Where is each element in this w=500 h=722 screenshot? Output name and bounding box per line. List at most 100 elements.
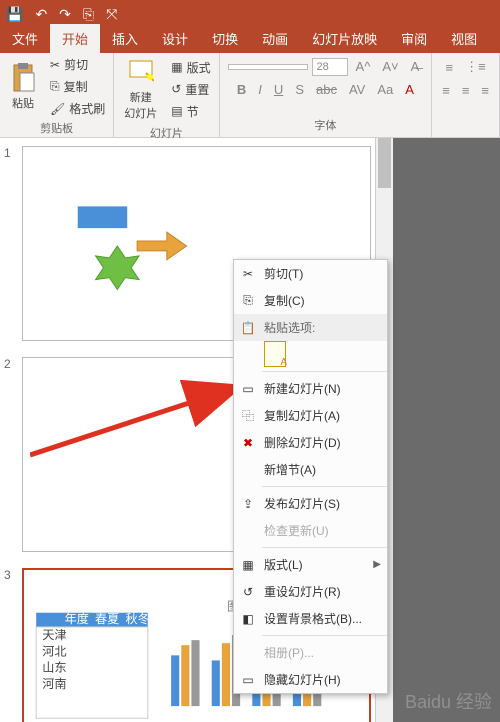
slide-number: 1	[4, 146, 16, 341]
separator	[262, 371, 387, 372]
new-slide-label: 新建 幻灯片	[124, 89, 157, 121]
font-name-combo[interactable]	[228, 64, 308, 70]
svg-text:天津: 天津	[42, 628, 66, 642]
ctx-paste-header: 📋粘贴选项:	[234, 314, 387, 341]
tab-home[interactable]: 开始	[50, 24, 100, 53]
align-left-icon[interactable]: ≡	[438, 81, 454, 100]
ctx-duplicate-slide[interactable]: ⿻复制幻灯片(A)	[234, 402, 387, 429]
layout-icon: ▦	[171, 60, 182, 74]
svg-text:河北: 河北	[42, 644, 66, 658]
decrease-font-icon[interactable]: A˅	[378, 57, 402, 76]
save-icon[interactable]: 💾	[6, 6, 23, 23]
ctx-background-format[interactable]: ◧设置背景格式(B)...	[234, 605, 387, 632]
shadow-button[interactable]: S	[291, 80, 308, 99]
copy-icon: ⎘	[240, 293, 256, 309]
reset-button[interactable]: ↺重置	[167, 80, 214, 99]
paste-button[interactable]: 粘贴	[4, 61, 42, 113]
increase-font-icon[interactable]: A^	[352, 57, 375, 76]
font-size-combo[interactable]: 28	[312, 58, 348, 76]
paste-label: 粘贴	[12, 95, 34, 111]
reset-icon: ↺	[171, 82, 181, 96]
scissors-icon: ✂	[50, 58, 60, 72]
tab-animations[interactable]: 动画	[250, 24, 300, 53]
layout-button[interactable]: ▦版式	[167, 58, 214, 77]
scissors-icon: ✂	[240, 266, 256, 282]
separator	[262, 486, 387, 487]
section-icon: ▤	[171, 104, 182, 118]
reset-icon: ↺	[240, 584, 256, 600]
case-button[interactable]: Aa	[373, 80, 397, 99]
ctx-reset-slide[interactable]: ↺重设幻灯片(R)	[234, 578, 387, 605]
brush-icon: 🖌	[50, 102, 65, 116]
ribbon-group-clipboard: 粘贴 ✂剪切 ⎘复制 🖌格式刷 剪贴板	[0, 53, 114, 137]
scroll-thumb[interactable]	[378, 138, 391, 188]
italic-button[interactable]: I	[254, 80, 266, 99]
svg-text:河南: 河南	[42, 676, 66, 691]
strike-button[interactable]: abc	[312, 80, 341, 99]
submenu-arrow-icon: ▶	[373, 559, 381, 570]
delete-icon: ✖	[240, 435, 256, 451]
clipboard-group-label: 剪贴板	[4, 118, 109, 138]
align-center-icon[interactable]: ≡	[458, 81, 474, 100]
slide-number: 2	[4, 357, 16, 552]
new-slide-button[interactable]: 新建 幻灯片	[118, 55, 163, 123]
format-painter-button[interactable]: 🖌格式刷	[46, 99, 109, 118]
new-slide-icon: ▭	[240, 381, 256, 397]
separator	[262, 547, 387, 548]
ctx-check-updates: 检查更新(U)	[234, 517, 387, 544]
ctx-copy[interactable]: ⎘复制(C)	[234, 287, 387, 314]
clipboard-icon: 📋	[240, 320, 256, 336]
ribbon: 粘贴 ✂剪切 ⎘复制 🖌格式刷 剪贴板 新建 幻灯片 ▦版式 ↺重置 ▤节 幻灯…	[0, 53, 500, 138]
ribbon-group-font: 28 A^ A˅ A̶ B I U S abc AV Aa A 字体	[220, 53, 433, 137]
tab-design[interactable]: 设计	[150, 24, 200, 53]
tab-insert[interactable]: 插入	[100, 24, 150, 53]
hide-icon: ▭	[240, 672, 256, 688]
ctx-new-slide[interactable]: ▭新建幻灯片(N)	[234, 375, 387, 402]
ctx-cut[interactable]: ✂剪切(T)	[234, 260, 387, 287]
undo-icon[interactable]: ↶	[35, 6, 47, 23]
ribbon-group-paragraph: ≡ ⋮≡ ≡ ≡ ≡	[432, 53, 500, 137]
svg-text:年度: 年度	[65, 611, 89, 626]
bold-button[interactable]: B	[233, 80, 250, 99]
svg-text:秋冬: 秋冬	[125, 611, 149, 626]
separator	[262, 635, 387, 636]
tab-view[interactable]: 视图	[439, 24, 489, 53]
slideshow-icon[interactable]: ⎘	[83, 6, 94, 23]
ctx-album: 相册(P)...	[234, 639, 387, 666]
context-menu: ✂剪切(T) ⎘复制(C) 📋粘贴选项: A ▭新建幻灯片(N) ⿻复制幻灯片(…	[233, 259, 388, 694]
paste-option-keep-text[interactable]: A	[264, 341, 286, 367]
align-right-icon[interactable]: ≡	[477, 81, 493, 100]
ctx-new-section[interactable]: 新增节(A)	[234, 456, 387, 483]
layout-icon: ▦	[240, 557, 256, 573]
ctx-publish-slide[interactable]: ⇪发布幻灯片(S)	[234, 490, 387, 517]
svg-text:山东: 山东	[42, 661, 66, 675]
tab-transitions[interactable]: 切换	[200, 24, 250, 53]
ribbon-group-slides: 新建 幻灯片 ▦版式 ↺重置 ▤节 幻灯片	[114, 53, 219, 137]
font-color-button[interactable]: A	[401, 80, 418, 99]
svg-text:春夏: 春夏	[95, 612, 119, 626]
underline-button[interactable]: U	[270, 80, 287, 99]
duplicate-icon: ⿻	[240, 408, 256, 424]
more-icon[interactable]: ⤧	[106, 6, 117, 23]
spacing-button[interactable]: AV	[345, 80, 369, 99]
ctx-delete-slide[interactable]: ✖删除幻灯片(D)	[234, 429, 387, 456]
redo-icon[interactable]: ↷	[59, 6, 71, 23]
ctx-layout[interactable]: ▦版式(L)▶	[234, 551, 387, 578]
copy-button[interactable]: ⎘复制	[46, 77, 109, 96]
cut-button[interactable]: ✂剪切	[46, 55, 109, 74]
ribbon-tabs: 文件 开始 插入 设计 切换 动画 幻灯片放映 审阅 视图	[0, 28, 500, 53]
clear-format-icon[interactable]: A̶	[407, 57, 424, 76]
bullets-icon[interactable]: ≡	[442, 58, 458, 77]
tab-slideshow[interactable]: 幻灯片放映	[300, 24, 389, 53]
font-group-label: 字体	[224, 115, 428, 135]
publish-icon: ⇪	[240, 496, 256, 512]
ctx-hide-slide[interactable]: ▭隐藏幻灯片(H)	[234, 666, 387, 693]
slide-preview	[393, 138, 500, 722]
tab-review[interactable]: 审阅	[389, 24, 439, 53]
format-icon: ◧	[240, 611, 256, 627]
numbering-icon[interactable]: ⋮≡	[461, 57, 490, 77]
section-button[interactable]: ▤节	[167, 102, 214, 121]
slide-number: 3	[4, 568, 16, 722]
tab-file[interactable]: 文件	[0, 24, 50, 53]
copy-icon: ⎘	[50, 79, 60, 94]
